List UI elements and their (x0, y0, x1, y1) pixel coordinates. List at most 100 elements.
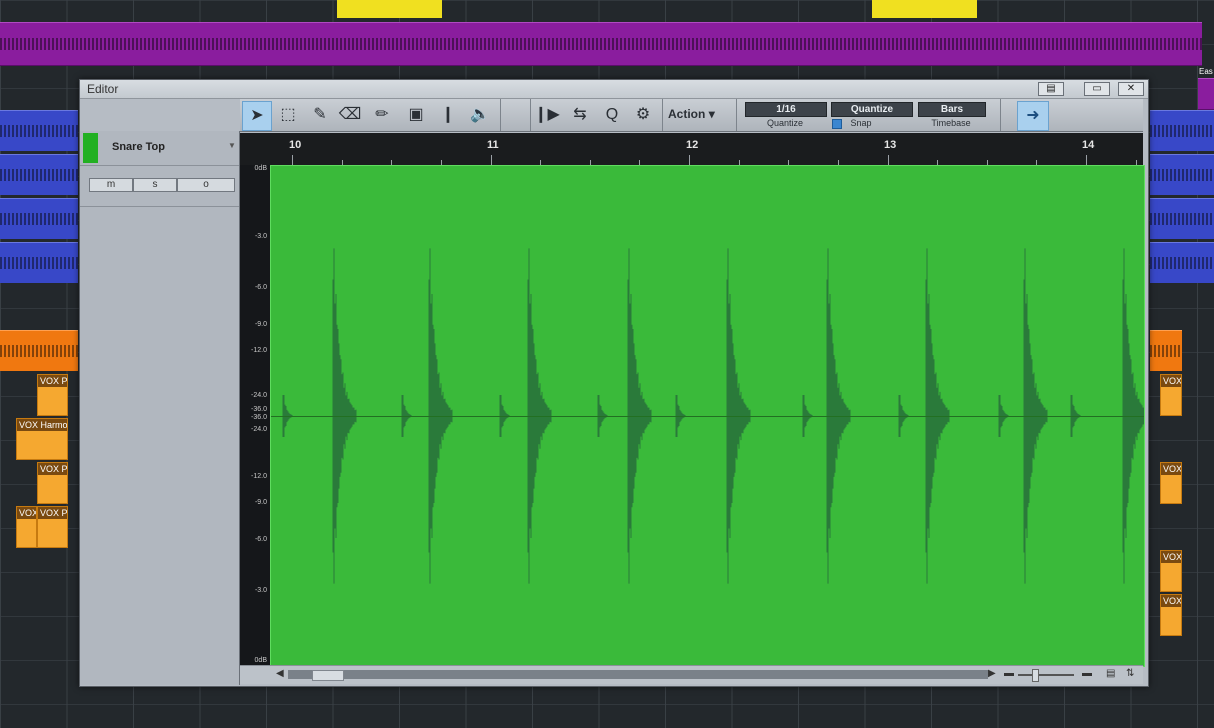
vox-clip[interactable]: VOX P (37, 462, 68, 504)
bar-number: 13 (884, 139, 897, 151)
paint-icon[interactable]: ✏ (368, 101, 396, 129)
db-label: -6.0 (254, 284, 267, 291)
timeline-ruler[interactable]: 10 11 12 13 14 (240, 133, 1143, 165)
bar-number: 10 (289, 139, 302, 151)
bend-icon[interactable]: ❙ (434, 101, 462, 129)
orange-audio-clip[interactable] (1150, 330, 1182, 371)
zoom-out-icon[interactable]: ▬ (1004, 668, 1014, 679)
zoom-fit-icon[interactable]: ▤ (1106, 668, 1115, 679)
blue-audio-clip[interactable] (0, 110, 78, 151)
scroll-thumb[interactable] (312, 670, 344, 681)
track-name[interactable]: Snare Top (112, 141, 165, 153)
clip-label: VOX (1161, 595, 1182, 607)
vox-clip[interactable]: VOX Harmo (16, 418, 68, 460)
db-label: -36.0 (251, 406, 267, 413)
snap-select[interactable]: Quantize (831, 102, 913, 117)
db-label: -3.0 (254, 233, 267, 240)
yellow-clip[interactable] (337, 0, 442, 18)
editor-window: Editor ▤ ▭ ✕ ➤ ⬚ ✎ ⌫ ✏ ▣ ❙ 🔈 ❙▶ ⇆ Q ⚙ Ac… (79, 79, 1149, 687)
vox-clip[interactable]: VOX P (37, 506, 68, 548)
vox-clip[interactable]: VOX P (37, 374, 68, 416)
ruler-tick (292, 155, 293, 165)
mute-button[interactable]: m (89, 178, 133, 192)
clip-label: VOX (1161, 463, 1182, 475)
yellow-clip[interactable] (872, 0, 977, 18)
zoom-slider[interactable] (1018, 674, 1074, 676)
blue-audio-clip[interactable] (1150, 242, 1214, 283)
action-menu[interactable]: Action ▾ (668, 103, 730, 125)
chevron-down-icon[interactable]: ▼ (228, 141, 236, 150)
track-color-swatch[interactable] (83, 133, 98, 163)
scroll-right-icon[interactable]: ▶ (988, 668, 996, 679)
clip-label: VOX Harmo (17, 419, 68, 431)
range-icon[interactable]: ⬚ (274, 101, 302, 129)
purple-audio-clip[interactable]: Eas (1198, 67, 1214, 110)
timebase-select[interactable]: Bars (918, 102, 986, 117)
editor-title: Editor (87, 82, 119, 96)
vox-clip[interactable]: VOX (1160, 374, 1182, 416)
db-label: -12.0 (251, 473, 267, 480)
detach-button[interactable]: ▤ (1038, 82, 1064, 96)
timebase-label: Timebase (931, 118, 971, 128)
clip-label: VOX (17, 507, 37, 519)
scroll-left-icon[interactable]: ◀ (276, 668, 284, 679)
clip-label: VOX P (38, 375, 68, 387)
zoom-slider-thumb[interactable] (1032, 669, 1039, 682)
db-label: -3.0 (254, 587, 267, 594)
eraser-icon[interactable]: ⌫ (336, 101, 364, 129)
bar-number: 14 (1082, 139, 1095, 151)
blue-audio-clip[interactable] (1150, 154, 1214, 195)
clip-label: Eas (1199, 67, 1213, 76)
ruler-tick (689, 155, 690, 165)
toolbar-separator (500, 99, 501, 131)
blue-audio-clip[interactable] (1150, 110, 1214, 151)
vox-clip[interactable]: VOX (1160, 594, 1182, 636)
arrow-icon[interactable]: ➤ (242, 101, 272, 131)
maximize-button[interactable]: ▭ (1084, 82, 1110, 96)
clip-label: VOX (1161, 375, 1182, 387)
scroll-track[interactable] (288, 670, 988, 679)
purple-audio-clip[interactable] (0, 22, 1202, 66)
toolbar-separator (530, 99, 531, 131)
vox-clip[interactable]: VOX (1160, 550, 1182, 592)
editor-titlebar[interactable]: Editor ▤ ▭ ✕ (80, 80, 1148, 99)
db-label: 0dB (254, 165, 267, 172)
blue-audio-clip[interactable] (0, 198, 78, 239)
listen-icon[interactable]: 🔈 (466, 101, 494, 129)
orange-audio-clip[interactable] (0, 330, 78, 371)
ruler-tick (490, 155, 492, 165)
db-label: -9.0 (254, 499, 267, 506)
blue-audio-clip[interactable] (0, 242, 78, 283)
snap-checkbox[interactable] (832, 119, 842, 129)
monitor-button[interactable]: o (177, 178, 235, 192)
ruler-tick (887, 155, 889, 165)
track-panel: Snare Top ▼ m s o (80, 131, 240, 685)
blue-audio-clip[interactable] (0, 154, 78, 195)
mute-icon[interactable]: ▣ (402, 101, 430, 129)
db-label: -36.0 (251, 414, 267, 421)
zoom-in-icon[interactable]: ▬ (1082, 668, 1092, 679)
vox-clip[interactable]: VOX (16, 506, 37, 548)
blue-audio-clip[interactable] (1150, 198, 1214, 239)
quantize-icon[interactable]: Q (598, 101, 626, 129)
ruler-tick (1086, 155, 1087, 165)
toolbar-separator (1000, 99, 1001, 131)
clip-label: VOX P (38, 507, 68, 519)
audio-bend-icon[interactable]: ⚙ (629, 101, 657, 129)
follow-playback-icon[interactable]: ➜ (1017, 101, 1049, 131)
db-label: 0dB (254, 657, 267, 664)
db-label: -24.0 (251, 392, 267, 399)
vox-clip[interactable]: VOX (1160, 462, 1182, 504)
horizontal-scrollbar[interactable]: ◀ ▶ ▬ ▬ ▤ ⇅ (240, 665, 1143, 684)
db-label: -12.0 (251, 347, 267, 354)
transient-icon[interactable]: ❙▶ (533, 101, 561, 129)
solo-button[interactable]: s (133, 178, 177, 192)
bend-marker-icon[interactable]: ⇆ (566, 101, 594, 129)
split-icon[interactable]: ✎ (306, 101, 334, 129)
close-button[interactable]: ✕ (1118, 82, 1144, 96)
quantize-select[interactable]: 1/16 (745, 102, 827, 117)
db-label: -6.0 (254, 536, 267, 543)
resize-icon[interactable]: ⇅ (1126, 668, 1134, 679)
clip-label: VOX (1161, 551, 1182, 563)
waveform-view[interactable] (270, 165, 1145, 667)
